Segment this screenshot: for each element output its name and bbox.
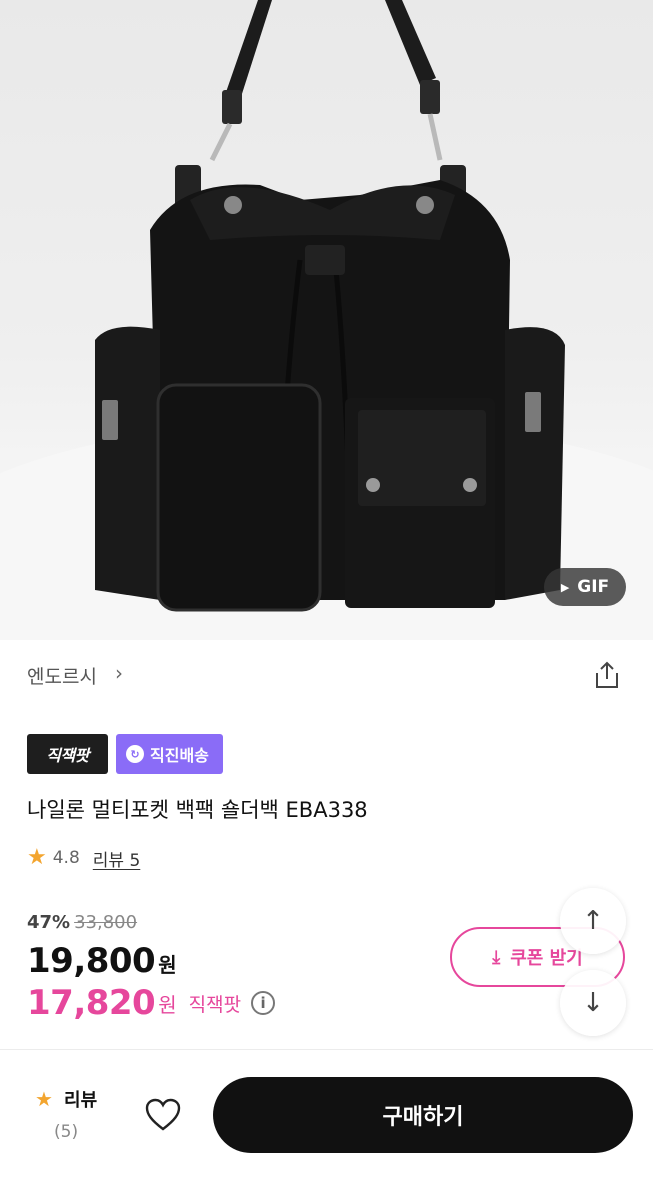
sale-price: 19,800	[27, 941, 156, 981]
zz-price-label: 직잭팟	[188, 993, 242, 1016]
review-link[interactable]: 리뷰 5	[93, 846, 141, 871]
zz-badge-label: 직잭팟	[46, 746, 89, 765]
scroll-down-button[interactable]: ↓	[560, 970, 626, 1036]
review-summary-count: (5)	[54, 1122, 79, 1142]
rating-row: ★ 4.8 리뷰 5	[27, 844, 140, 872]
review-summary-button[interactable]: ★ 리뷰 (5)	[35, 1086, 105, 1142]
share-icon[interactable]	[592, 660, 622, 690]
gif-badge[interactable]: ▶ GIF	[544, 568, 626, 606]
play-icon: ▶	[560, 580, 570, 594]
brand-link[interactable]: 엔도르시	[27, 662, 97, 689]
badge-row: 직잭팟 ↻ 직진배송	[27, 734, 223, 774]
sale-price-currency: 원	[158, 953, 177, 977]
product-image[interactable]: ▶ GIF	[0, 0, 653, 640]
brand-row: 엔도르시 ›	[27, 660, 627, 692]
product-title: 나일론 멀티포켓 백팩 숄더백 EBA338	[27, 798, 368, 822]
original-price: 33,800	[74, 912, 138, 933]
star-icon: ★	[35, 1087, 53, 1111]
coupon-label: 쿠폰 받기	[510, 948, 583, 969]
download-icon: ⤓	[492, 946, 501, 968]
info-icon[interactable]: i	[251, 991, 276, 1015]
scroll-up-button[interactable]: ↑	[560, 888, 626, 954]
zz-badge: 직잭팟	[27, 734, 108, 774]
bag-illustration	[0, 0, 653, 640]
divider	[0, 1049, 653, 1050]
heart-icon[interactable]	[145, 1098, 181, 1132]
direct-delivery-badge: ↻ 직진배송	[116, 734, 223, 774]
zz-price: 17,820	[27, 983, 156, 1023]
review-summary-label: 리뷰	[64, 1090, 98, 1111]
buy-button[interactable]: 구매하기	[213, 1077, 633, 1153]
direct-delivery-label: 직진배송	[150, 746, 209, 765]
rating-value: 4.8	[52, 848, 80, 868]
chevron-right-icon[interactable]: ›	[115, 661, 123, 685]
star-icon: ★	[27, 845, 47, 870]
gif-label: GIF	[577, 577, 610, 597]
arrow-up-icon: ↑	[582, 906, 604, 936]
zz-price-currency: 원	[158, 992, 177, 1017]
discount-rate: 47%	[27, 912, 71, 933]
direct-delivery-icon: ↻	[126, 745, 144, 763]
price-block: 47% 33,800 19,800 원 17,820 원 직잭팟 i	[27, 912, 276, 1023]
buy-label: 구매하기	[382, 1105, 464, 1130]
arrow-down-icon: ↓	[582, 988, 604, 1018]
